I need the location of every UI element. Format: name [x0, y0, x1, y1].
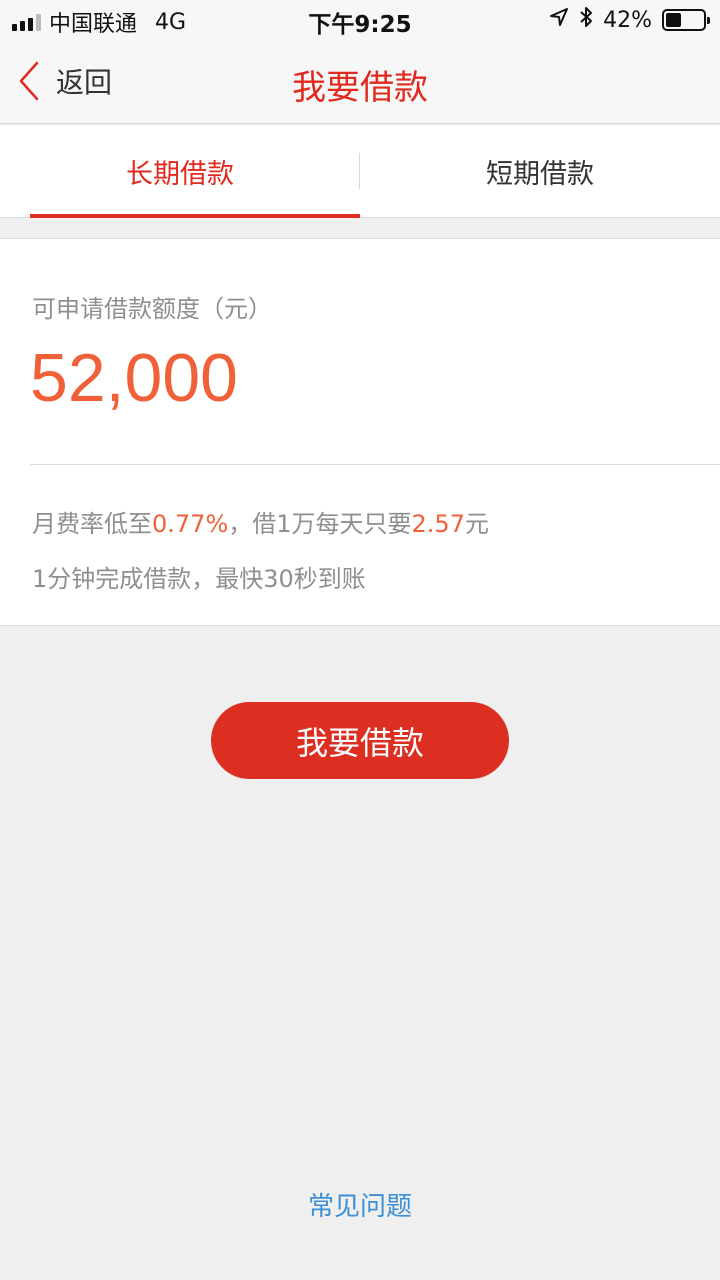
carrier-name: 中国联通 [49, 12, 138, 37]
rate-suffix: 元 [464, 510, 489, 538]
rate-prefix: 月费率低至 [32, 510, 152, 538]
daily-cost: 2.57 [411, 510, 465, 538]
screen: 中国联通 4G 下午9:25 42% 返回 我要借款 长期借款 短期借款 可申请… [0, 0, 720, 1280]
active-tab-indicator [30, 214, 360, 218]
nav-bar: 返回 我要借款 [0, 38, 720, 124]
status-left: 中国联通 4G [12, 6, 186, 38]
faq-link[interactable]: 常见问题 [0, 1186, 720, 1223]
status-bar: 中国联通 4G 下午9:25 42% [0, 0, 720, 38]
status-right: 42% [549, 6, 710, 34]
bluetooth-icon [579, 6, 593, 34]
credit-limit-label: 可申请借款额度（元） [32, 295, 272, 323]
tab-long-term[interactable]: 长期借款 [0, 125, 360, 218]
signal-icon [12, 13, 41, 31]
rate-info: 月费率低至0.77%，借1万每天只要2.57元 [32, 504, 489, 539]
borrow-button[interactable]: 我要借款 [211, 702, 509, 779]
page-title: 我要借款 [292, 68, 428, 108]
network-type: 4G [155, 9, 187, 35]
battery-percent: 42% [603, 7, 652, 33]
battery-icon [662, 9, 710, 31]
tab-short-term[interactable]: 短期借款 [360, 125, 720, 218]
rate-middle: ，借1万每天只要 [228, 510, 412, 538]
monthly-rate: 0.77% [152, 510, 229, 538]
credit-card: 可申请借款额度（元） 52,000 月费率低至0.77%，借1万每天只要2.57… [0, 238, 720, 626]
card-divider [30, 464, 720, 465]
speed-info: 1分钟完成借款，最快30秒到账 [32, 565, 366, 593]
location-arrow-icon [549, 7, 569, 33]
credit-limit-amount: 52,000 [30, 340, 238, 416]
loan-type-tabs: 长期借款 短期借款 [0, 125, 720, 218]
